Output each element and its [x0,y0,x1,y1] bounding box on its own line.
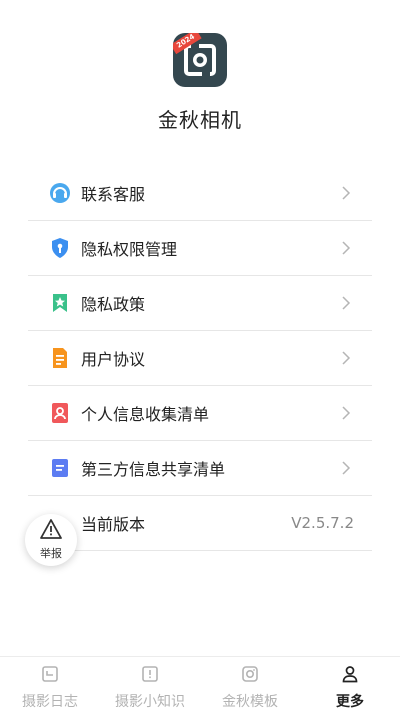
menu-item-privacy-policy[interactable]: 隐私政策 [28,276,372,331]
chevron-right-icon [336,458,356,478]
report-button[interactable]: 举报 [25,514,77,566]
list-doc-icon [49,457,71,479]
chevron-right-icon [336,348,356,368]
chevron-right-icon [336,238,356,258]
menu-item-personal-info-list[interactable]: 个人信息收集清单 [28,386,372,441]
chevron-right-icon [336,183,356,203]
bottom-tab-bar: 摄影日志 摄影小知识 金秋模板 更多 [0,656,400,713]
person-icon [341,665,359,687]
menu-item-label: 当前版本 [81,515,146,534]
tips-icon [141,665,159,687]
privacy-shield-icon [49,237,71,259]
menu-item-label: 用户协议 [81,350,146,369]
menu-item-label: 隐私政策 [81,295,146,314]
report-label: 举报 [40,547,62,560]
menu-item-current-version: 当前版本 V2.5.7.2 [28,496,372,551]
warning-icon [40,519,62,543]
tab-photo-log[interactable]: 摄影日志 [0,657,100,713]
tab-photo-tips[interactable]: 摄影小知识 [100,657,200,713]
menu-item-customer-service[interactable]: 联系客服 [28,166,372,221]
tab-label: 摄影日志 [22,694,78,710]
menu-item-label: 联系客服 [81,185,146,204]
log-icon [41,665,59,687]
menu-item-label: 个人信息收集清单 [81,405,210,424]
menu-item-label: 第三方信息共享清单 [81,460,226,479]
version-value: V2.5.7.2 [291,514,354,532]
customer-service-icon [49,182,71,204]
person-card-icon [49,402,71,424]
tab-label: 摄影小知识 [115,694,185,710]
camera-template-icon [241,665,259,687]
bookmark-star-icon [49,292,71,314]
chevron-right-icon [336,403,356,423]
tab-templates[interactable]: 金秋模板 [200,657,300,713]
menu-item-third-party-list[interactable]: 第三方信息共享清单 [28,441,372,496]
menu-item-privacy-permission[interactable]: 隐私权限管理 [28,221,372,276]
menu-item-user-agreement[interactable]: 用户协议 [28,331,372,386]
tab-label: 金秋模板 [222,694,278,710]
tab-more[interactable]: 更多 [300,657,400,713]
app-logo: 2024 [173,33,227,87]
document-icon [49,347,71,369]
chevron-right-icon [336,293,356,313]
menu-item-label: 隐私权限管理 [81,240,178,259]
tab-label: 更多 [336,694,364,710]
settings-menu: 联系客服 隐私权限管理 隐私政策 用户协议 个人信息收集清单 第三方信息共享清单… [28,166,372,551]
app-title: 金秋相机 [158,108,242,132]
